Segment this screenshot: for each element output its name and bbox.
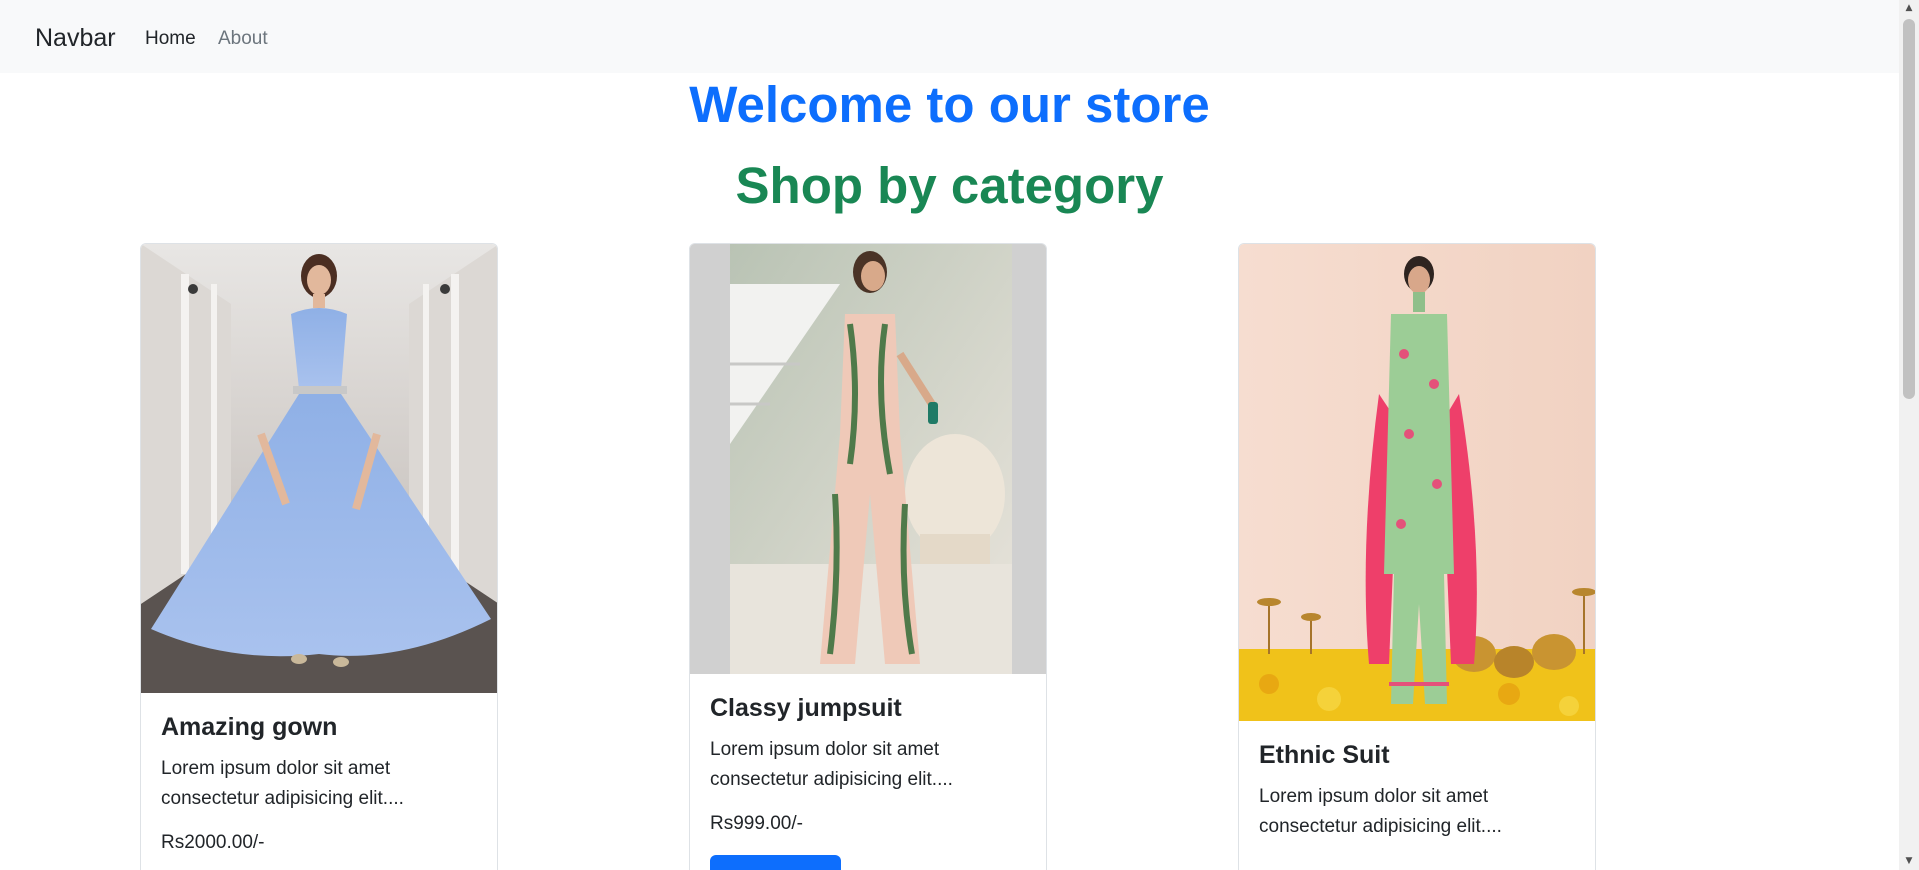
scroll-down-arrow-icon[interactable]: ▼ xyxy=(1899,853,1919,870)
nav-link-about[interactable]: About xyxy=(218,28,268,50)
product-price: Rs999.00/- xyxy=(710,813,803,834)
product-card-gown: Amazing gown Lorem ipsum dolor sit amet … xyxy=(140,243,498,870)
navbar-brand[interactable]: Navbar xyxy=(35,24,116,53)
buy-button[interactable] xyxy=(710,855,841,870)
scroll-up-arrow-icon[interactable]: ▲ xyxy=(1899,0,1919,17)
product-image-jumpsuit xyxy=(690,244,1046,674)
product-title: Classy jumpsuit xyxy=(710,694,902,722)
product-card-jumpsuit: Classy jumpsuit Lorem ipsum dolor sit am… xyxy=(689,243,1047,870)
product-price: Rs2000.00/- xyxy=(161,832,265,853)
scroll-thumb[interactable] xyxy=(1903,19,1915,399)
card-body: Amazing gown Lorem ipsum dolor sit amet … xyxy=(141,713,497,854)
welcome-heading: Welcome to our store xyxy=(689,76,1210,133)
card-body: Classy jumpsuit Lorem ipsum dolor sit am… xyxy=(690,694,1046,870)
product-description: Lorem ipsum dolor sit amet consectetur a… xyxy=(161,758,404,809)
product-description: Lorem ipsum dolor sit amet consectetur a… xyxy=(1259,786,1502,837)
page: Navbar Home About Welcome to our store S… xyxy=(0,0,1899,870)
product-description: Lorem ipsum dolor sit amet consectetur a… xyxy=(710,739,953,790)
category-heading: Shop by category xyxy=(735,157,1164,214)
product-image-gown xyxy=(141,244,497,693)
navbar: Navbar Home About xyxy=(0,0,1899,73)
card-body: Ethnic Suit Lorem ipsum dolor sit amet c… xyxy=(1239,741,1595,842)
product-title: Amazing gown xyxy=(161,713,338,741)
nav-link-home[interactable]: Home xyxy=(145,28,196,50)
page-scrollbar[interactable]: ▲ ▼ xyxy=(1899,0,1919,870)
product-image-ethnic-suit xyxy=(1239,244,1595,721)
product-title: Ethnic Suit xyxy=(1259,741,1390,769)
product-card-ethnic-suit: Ethnic Suit Lorem ipsum dolor sit amet c… xyxy=(1238,243,1596,870)
